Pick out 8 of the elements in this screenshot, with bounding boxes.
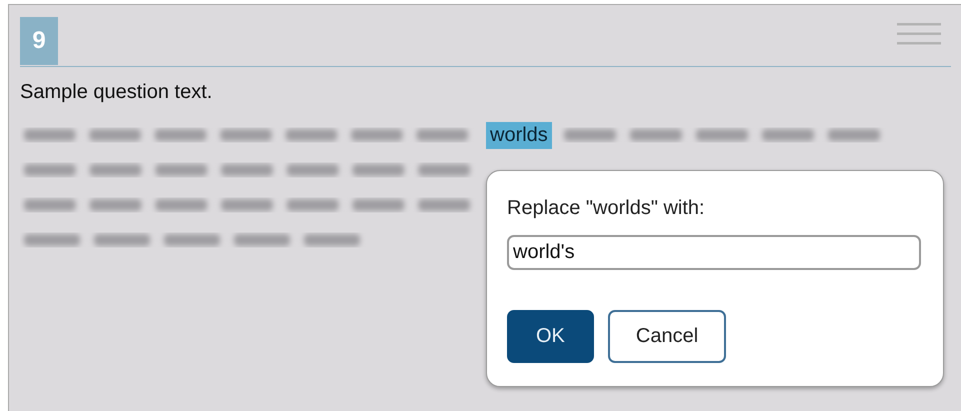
- dialog-label: Replace "worlds" with:: [507, 197, 706, 220]
- question-number: 9: [20, 17, 58, 65]
- replacement-field[interactable]: world's: [507, 235, 921, 270]
- highlighted-word[interactable]: worlds: [486, 122, 552, 148]
- cancel-button[interactable]: Cancel: [608, 310, 726, 363]
- ok-button[interactable]: OK: [507, 310, 594, 363]
- menu-icon[interactable]: [897, 23, 941, 45]
- question-prompt: Sample question text.: [20, 81, 214, 104]
